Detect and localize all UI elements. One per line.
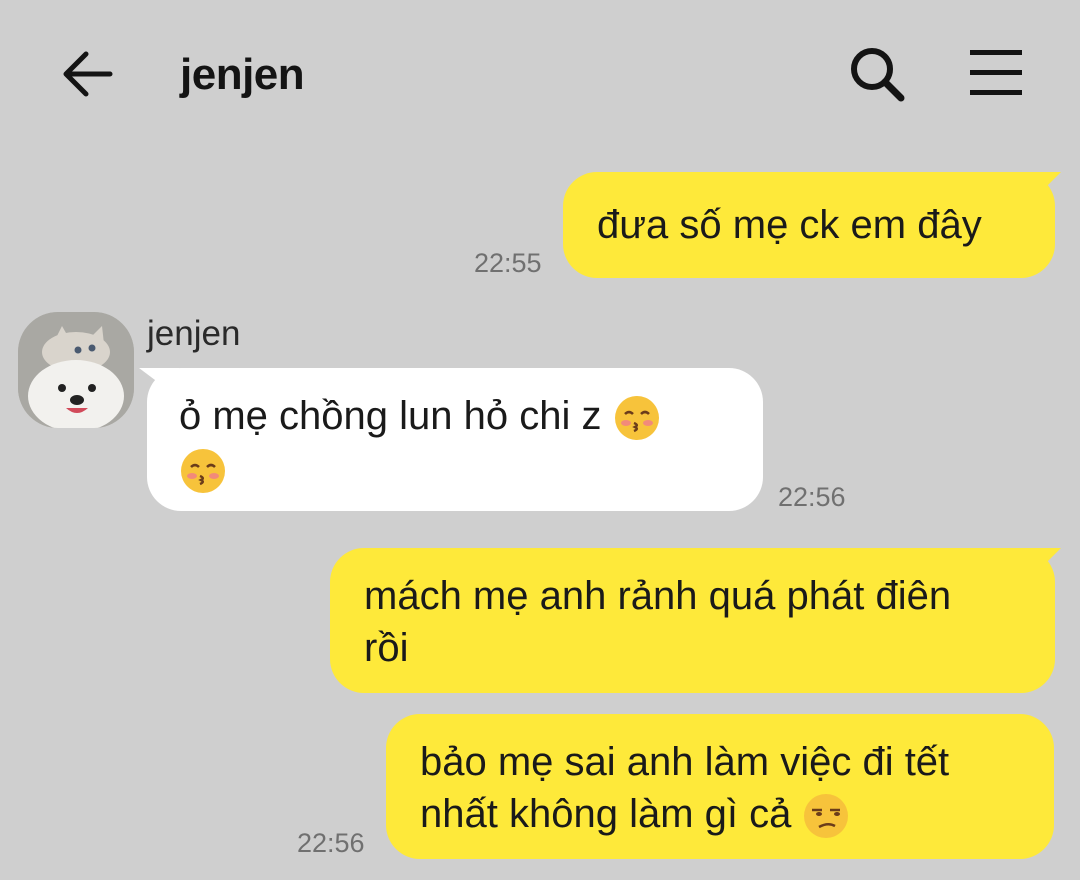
message-bubble-received[interactable]: ỏ mẹ chồng lun hỏ chi z <box>139 368 763 511</box>
sender-name: jenjen <box>147 314 241 353</box>
search-icon <box>851 48 905 102</box>
kissing-face-emoji-icon <box>613 394 661 442</box>
message-bubble-sent[interactable]: bảo mẹ sai anh làm việc đi tết nhất khôn… <box>386 714 1054 859</box>
chat-header: jenjen <box>0 0 1080 150</box>
bubble-tail <box>1021 548 1061 578</box>
bubble-tail <box>1021 172 1061 202</box>
bubble-tail <box>139 368 179 398</box>
message-text: ỏ mẹ chồng lun hỏ chi z <box>179 394 602 438</box>
back-button[interactable] <box>58 46 118 102</box>
chat-title: jenjen <box>180 50 305 99</box>
unamused-face-emoji-icon <box>802 792 850 840</box>
message-time: 22:56 <box>778 482 846 512</box>
kissing-face-emoji-icon <box>179 447 227 495</box>
hamburger-menu-icon <box>970 50 1022 95</box>
message-bubble-sent[interactable]: mách mẹ anh rảnh quá phát điên rồi <box>330 548 1061 693</box>
message-bubble-sent[interactable]: đưa số mẹ ck em đây <box>563 172 1061 278</box>
message-text-line: rồi <box>364 626 409 670</box>
message-text-line: nhất không làm gì cả <box>420 792 792 836</box>
message-text-line: bảo mẹ sai anh làm việc đi tết <box>420 740 950 784</box>
dog-with-cat-photo-icon <box>18 312 134 428</box>
back-arrow-icon <box>63 51 113 97</box>
message-text-line: mách mẹ anh rảnh quá phát điên <box>364 574 952 618</box>
avatar[interactable] <box>18 312 134 428</box>
message-text: đưa số mẹ ck em đây <box>597 203 982 247</box>
message-time: 22:56 <box>297 828 365 858</box>
search-button[interactable] <box>845 44 909 104</box>
menu-button[interactable] <box>966 46 1026 100</box>
message-time: 22:55 <box>474 248 542 278</box>
